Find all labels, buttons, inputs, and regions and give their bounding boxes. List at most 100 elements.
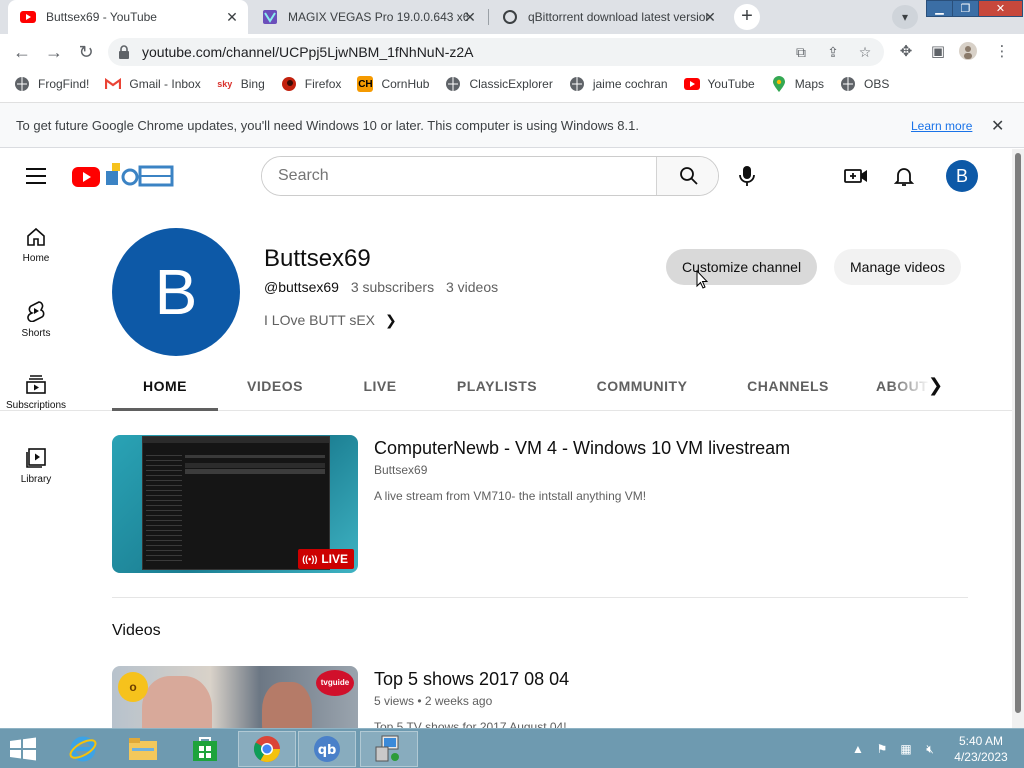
bookmark-cornhub[interactable]: CH CornHub <box>357 72 429 96</box>
windows-start-icon[interactable] <box>8 737 38 761</box>
extensions-icon[interactable]: ✥ <box>896 42 916 62</box>
system-clock[interactable]: 5:40 AM 4/23/2023 <box>950 733 1012 765</box>
side-panel-icon[interactable]: ▣ <box>928 42 948 62</box>
tab-home[interactable]: HOME <box>112 359 218 411</box>
create-video-icon[interactable] <box>844 164 868 188</box>
new-tab-button[interactable]: + <box>734 4 760 30</box>
taskbar-qbittorrent[interactable]: qb <box>298 731 356 767</box>
search-input[interactable] <box>262 157 656 195</box>
page-scrollbar[interactable] <box>1012 149 1024 728</box>
tabs-scroll-right-icon[interactable]: ❯ <box>928 375 943 396</box>
bookmark-classicexplorer[interactable]: ClassicExplorer <box>445 72 553 96</box>
live-badge: ((•)) LIVE <box>298 549 354 569</box>
taskbar-network-app[interactable] <box>360 731 418 767</box>
video-thumbnail[interactable]: o tvguide <box>112 666 358 728</box>
tab-title: Buttsex69 - YouTube <box>46 10 157 24</box>
scrollbar-thumb[interactable] <box>1015 153 1021 713</box>
taskbar-chrome[interactable] <box>238 731 296 767</box>
tab-search-icon[interactable]: ▾ <box>892 5 918 29</box>
window-close-button[interactable]: ✕ <box>978 0 1023 17</box>
taskbar-file-explorer[interactable] <box>114 731 172 767</box>
learn-more-link[interactable]: Learn more <box>911 119 972 133</box>
account-avatar[interactable]: B <box>946 160 978 192</box>
video-meta: 5 views • 2 weeks ago <box>374 694 493 708</box>
sidebar-item-home[interactable]: Home <box>0 227 72 264</box>
search-button[interactable] <box>656 157 718 195</box>
infobar-message: To get future Google Chrome updates, you… <box>16 118 639 133</box>
sidebar-item-library[interactable]: Library <box>0 448 72 485</box>
tab-videos[interactable]: VIDEOS <box>232 359 318 411</box>
customize-channel-button[interactable]: Customize channel <box>666 249 818 285</box>
close-tab-icon[interactable]: ✕ <box>462 9 478 25</box>
restore-button[interactable]: ❐ <box>952 0 979 17</box>
volume-muted-icon[interactable]: 🔇︎ <box>922 741 938 757</box>
network-icon[interactable]: ▦ <box>898 741 914 757</box>
shorts-icon <box>27 301 45 322</box>
bookmark-youtube[interactable]: YouTube <box>683 72 755 96</box>
tab-title: qBittorrent download latest version <box>528 10 708 24</box>
taskbar-internet-explorer[interactable] <box>54 731 112 767</box>
bookmark-obs[interactable]: OBS <box>840 72 889 96</box>
share-icon[interactable]: ⇪ <box>824 43 842 61</box>
bookmark-maps[interactable]: Maps <box>771 72 824 96</box>
forward-icon[interactable]: → <box>42 40 66 64</box>
videos-section-title[interactable]: Videos <box>112 622 161 640</box>
mouse-cursor-icon <box>696 270 708 289</box>
section-divider <box>112 597 968 598</box>
open-in-app-icon[interactable]: ⧉ <box>792 43 810 61</box>
show-hidden-icons-icon[interactable]: ▲ <box>850 741 866 757</box>
menu-kebab-icon[interactable]: ⋮ <box>992 42 1012 62</box>
hamburger-menu-icon[interactable] <box>26 168 46 184</box>
tab-qbittorrent[interactable]: qBittorrent download latest version ✕ <box>490 0 726 34</box>
video-description: Top 5 TV shows for 2017 August 04! <box>374 720 567 728</box>
notifications-bell-icon[interactable] <box>892 164 916 188</box>
tab-live[interactable]: LIVE <box>350 359 410 411</box>
tab-youtube[interactable]: Buttsex69 - YouTube ✕ <box>8 0 248 34</box>
microphone-icon[interactable] <box>736 165 758 187</box>
channel-tabs: HOME VIDEOS LIVE PLAYLISTS COMMUNITY CHA… <box>0 359 1012 411</box>
internet-explorer-icon <box>69 736 97 762</box>
windows-taskbar: qb ▲ ⚑ ▦ 🔇︎ 5:40 AM 4/23/2023 <box>0 728 1024 768</box>
channel-description[interactable]: I LOve BUTT sEX ❯ <box>264 312 397 329</box>
youtube-doodle-logo[interactable] <box>72 161 174 191</box>
tab-channels[interactable]: CHANNELS <box>736 359 840 411</box>
bookmark-frogfind[interactable]: FrogFind! <box>14 72 89 96</box>
globe-icon <box>14 76 30 92</box>
search-icon <box>679 167 698 185</box>
tab-community[interactable]: COMMUNITY <box>584 359 700 411</box>
bookmark-firefox[interactable]: Firefox <box>281 72 341 96</box>
bookmark-jaime-cochran[interactable]: jaime cochran <box>569 72 668 96</box>
url-text: youtube.com/channel/UCPpj5LjwNBM_1fNhNuN… <box>142 44 474 60</box>
video-title[interactable]: Top 5 shows 2017 08 04 <box>374 669 569 690</box>
bookmark-gmail[interactable]: Gmail - Inbox <box>105 72 201 96</box>
firefox-icon <box>281 76 297 92</box>
sidebar-item-shorts[interactable]: Shorts <box>0 300 72 339</box>
reload-icon[interactable]: ↻ <box>74 40 98 64</box>
tab-overflow-fade <box>890 359 930 409</box>
manage-videos-button[interactable]: Manage videos <box>834 249 961 285</box>
featured-video-thumbnail[interactable]: ((•)) LIVE <box>112 435 358 573</box>
qbittorrent-icon: qb <box>314 736 340 762</box>
store-icon <box>193 737 217 761</box>
featured-video-channel[interactable]: Buttsex69 <box>374 463 427 477</box>
tab-title: MAGIX VEGAS Pro 19.0.0.643 x64 <box>288 10 468 24</box>
address-bar[interactable]: youtube.com/channel/UCPpj5LjwNBM_1fNhNuN… <box>108 38 884 66</box>
tab-magix-vegas[interactable]: MAGIX VEGAS Pro 19.0.0.643 x64 ✕ <box>250 0 486 34</box>
profile-icon[interactable] <box>958 42 978 62</box>
bookmark-star-icon[interactable]: ☆ <box>856 43 874 61</box>
minimize-button[interactable]: ▁ <box>926 0 953 17</box>
tab-strip: Buttsex69 - YouTube ✕ MAGIX VEGAS Pro 19… <box>0 0 1024 34</box>
close-infobar-icon[interactable]: ✕ <box>991 116 1004 136</box>
close-tab-icon[interactable]: ✕ <box>224 9 240 25</box>
back-icon[interactable]: ← <box>10 40 34 64</box>
bookmark-bing[interactable]: sky Bing <box>217 72 265 96</box>
live-broadcast-icon: ((•)) <box>302 554 318 564</box>
video-count: 3 videos <box>445 279 499 295</box>
close-tab-icon[interactable]: ✕ <box>702 9 718 25</box>
tab-separator <box>488 9 489 25</box>
browser-toolbar: ← → ↻ youtube.com/channel/UCPpj5LjwNBM_1… <box>0 34 1024 70</box>
action-center-flag-icon[interactable]: ⚑ <box>874 741 890 757</box>
taskbar-store[interactable] <box>176 731 234 767</box>
tab-playlists[interactable]: PLAYLISTS <box>446 359 548 411</box>
featured-video-title[interactable]: ComputerNewb - VM 4 - Windows 10 VM live… <box>374 438 790 459</box>
